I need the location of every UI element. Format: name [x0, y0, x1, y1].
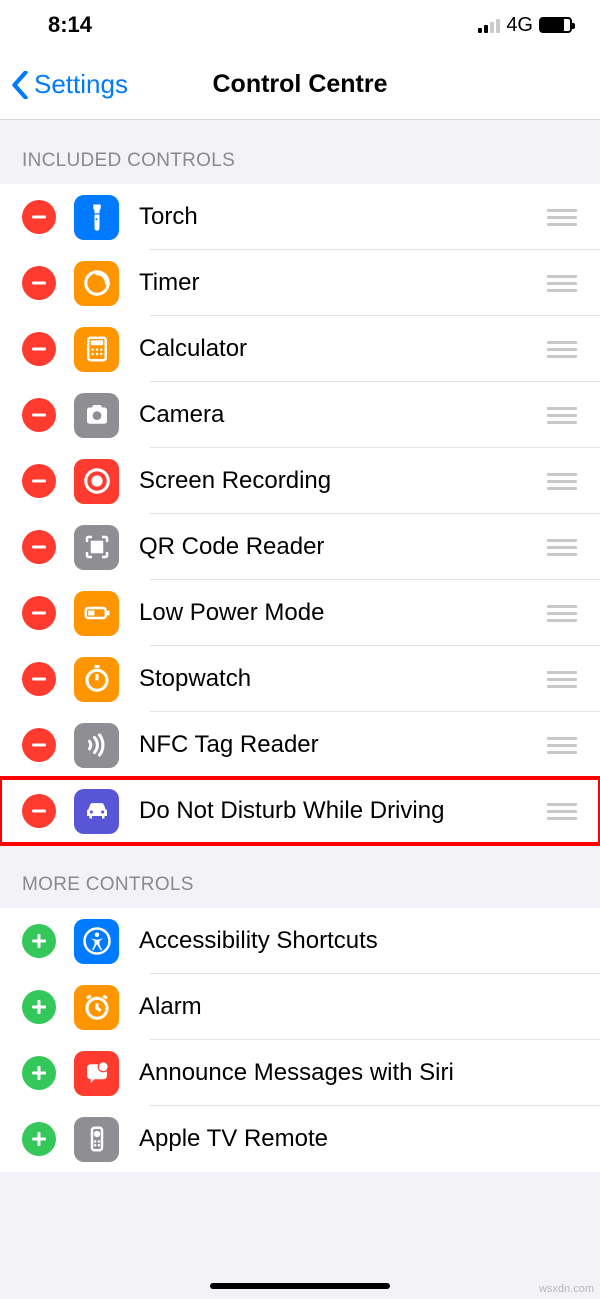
row-label: Calculator	[139, 335, 542, 363]
row-calculator[interactable]: Calculator	[0, 316, 600, 382]
screen-recording-icon	[74, 459, 119, 504]
navigation-bar: Settings Control Centre	[0, 50, 600, 120]
row-qr-code-reader[interactable]: QR Code Reader	[0, 514, 600, 580]
row-label: Do Not Disturb While Driving	[139, 797, 542, 825]
drag-handle[interactable]	[542, 803, 582, 820]
remove-button[interactable]	[22, 530, 56, 564]
row-label: Stopwatch	[139, 665, 542, 693]
row-label: Torch	[139, 203, 542, 231]
drag-handle[interactable]	[542, 605, 582, 622]
row-timer[interactable]: Timer	[0, 250, 600, 316]
drag-handle[interactable]	[542, 671, 582, 688]
qr-code-icon	[74, 525, 119, 570]
accessibility-icon	[74, 919, 119, 964]
row-label: Low Power Mode	[139, 599, 542, 627]
add-button[interactable]	[22, 924, 56, 958]
remove-button[interactable]	[22, 266, 56, 300]
drag-handle[interactable]	[542, 341, 582, 358]
row-screen-recording[interactable]: Screen Recording	[0, 448, 600, 514]
row-label: Screen Recording	[139, 467, 542, 495]
back-button[interactable]: Settings	[0, 69, 128, 100]
row-label: Apple TV Remote	[139, 1125, 600, 1153]
remove-button[interactable]	[22, 332, 56, 366]
remove-button[interactable]	[22, 398, 56, 432]
drag-handle[interactable]	[542, 473, 582, 490]
chevron-left-icon	[10, 71, 30, 99]
row-dnd-driving[interactable]: Do Not Disturb While Driving	[0, 778, 600, 844]
drag-handle[interactable]	[542, 407, 582, 424]
row-low-power-mode[interactable]: Low Power Mode	[0, 580, 600, 646]
watermark: wsxdn.com	[539, 1283, 594, 1295]
cellular-signal-icon	[478, 17, 500, 33]
battery-icon	[539, 17, 572, 33]
more-controls-list: Accessibility Shortcuts Alarm Announce M…	[0, 908, 600, 1172]
included-controls-list: Torch Timer Calculator Camera Screen Rec…	[0, 184, 600, 844]
row-label: Alarm	[139, 993, 600, 1021]
row-label: Accessibility Shortcuts	[139, 927, 600, 955]
torch-icon	[74, 195, 119, 240]
status-bar: 8:14 4G	[0, 0, 600, 50]
row-announce-messages-siri[interactable]: Announce Messages with Siri	[0, 1040, 600, 1106]
low-power-icon	[74, 591, 119, 636]
section-header-more: MORE CONTROLS	[0, 844, 600, 908]
add-button[interactable]	[22, 1122, 56, 1156]
car-icon	[74, 789, 119, 834]
tv-remote-icon	[74, 1117, 119, 1162]
home-indicator[interactable]	[210, 1283, 390, 1289]
drag-handle[interactable]	[542, 275, 582, 292]
remove-button[interactable]	[22, 200, 56, 234]
row-label: QR Code Reader	[139, 533, 542, 561]
drag-handle[interactable]	[542, 209, 582, 226]
drag-handle[interactable]	[542, 737, 582, 754]
camera-icon	[74, 393, 119, 438]
row-label: Camera	[139, 401, 542, 429]
row-label: NFC Tag Reader	[139, 731, 542, 759]
back-label: Settings	[34, 69, 128, 100]
status-indicators: 4G	[478, 14, 572, 37]
calculator-icon	[74, 327, 119, 372]
row-torch[interactable]: Torch	[0, 184, 600, 250]
row-nfc-tag-reader[interactable]: NFC Tag Reader	[0, 712, 600, 778]
section-header-included: INCLUDED CONTROLS	[0, 120, 600, 184]
nfc-icon	[74, 723, 119, 768]
network-label: 4G	[506, 14, 533, 37]
row-apple-tv-remote[interactable]: Apple TV Remote	[0, 1106, 600, 1172]
row-label: Announce Messages with Siri	[139, 1059, 600, 1087]
remove-button[interactable]	[22, 662, 56, 696]
siri-message-icon	[74, 1051, 119, 1096]
remove-button[interactable]	[22, 728, 56, 762]
add-button[interactable]	[22, 1056, 56, 1090]
row-stopwatch[interactable]: Stopwatch	[0, 646, 600, 712]
row-accessibility-shortcuts[interactable]: Accessibility Shortcuts	[0, 908, 600, 974]
drag-handle[interactable]	[542, 539, 582, 556]
remove-button[interactable]	[22, 464, 56, 498]
stopwatch-icon	[74, 657, 119, 702]
row-label: Timer	[139, 269, 542, 297]
row-alarm[interactable]: Alarm	[0, 974, 600, 1040]
remove-button[interactable]	[22, 596, 56, 630]
status-time: 8:14	[48, 12, 92, 38]
alarm-icon	[74, 985, 119, 1030]
row-camera[interactable]: Camera	[0, 382, 600, 448]
timer-icon	[74, 261, 119, 306]
add-button[interactable]	[22, 990, 56, 1024]
remove-button[interactable]	[22, 794, 56, 828]
